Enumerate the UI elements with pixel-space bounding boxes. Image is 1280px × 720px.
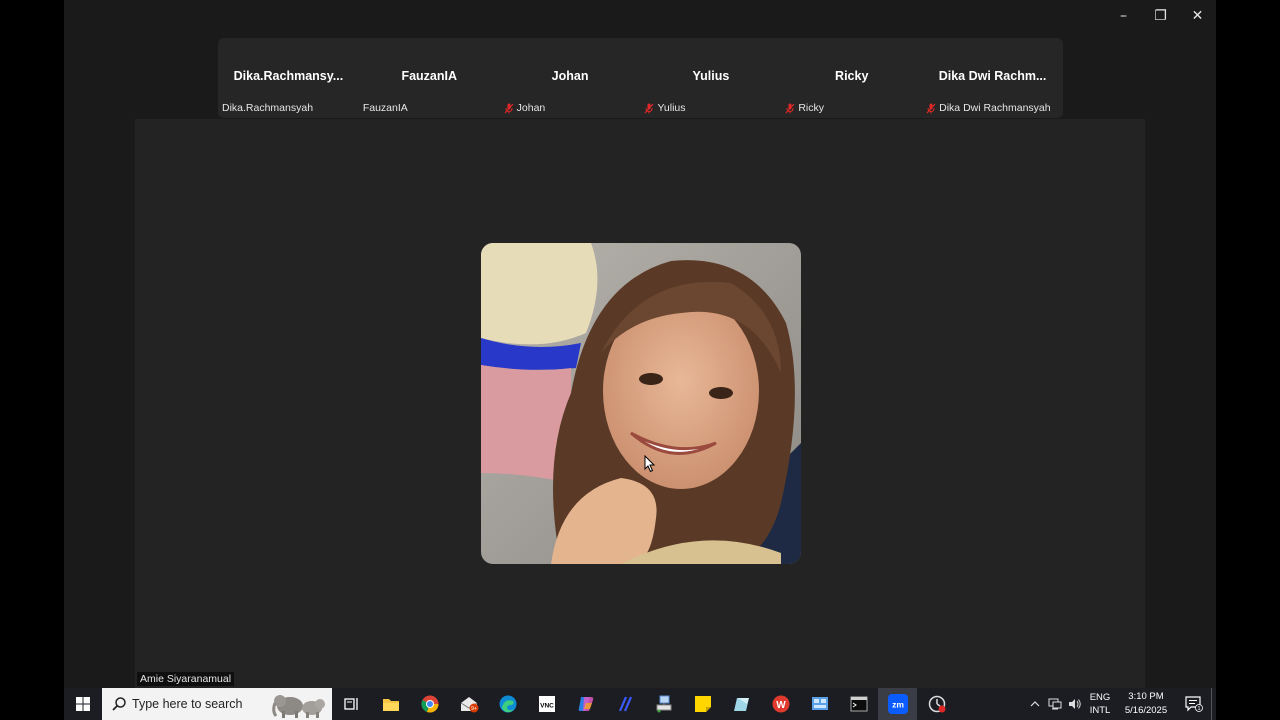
wps-office-button[interactable]: W [761, 688, 800, 720]
participant-label: Johan [504, 102, 546, 114]
elephant-illustration [272, 695, 325, 718]
network-computer-icon [656, 695, 671, 713]
participant-label-text: FauzanIA [362, 102, 408, 114]
language-code: ENG [1089, 692, 1111, 703]
network-app-button[interactable] [644, 688, 683, 720]
chrome-icon [420, 695, 439, 713]
vnc-icon: VNC [538, 696, 555, 712]
participant-thumb[interactable]: Dika Dwi Rachm... Dika Dwi Rachmansyah [922, 38, 1063, 118]
participant-display-name: Ricky [835, 69, 869, 83]
sticky-note-icon [694, 696, 711, 712]
participant-thumb[interactable]: FauzanIA FauzanIA [359, 38, 500, 118]
participant-gallery-strip: Dika.Rachmansy... Dika.Rachmansyah Fauza… [218, 38, 1063, 118]
participant-label-text: Dika.Rachmansyah [222, 102, 314, 114]
clock-time: 3:10 PM [1128, 691, 1164, 702]
search-placeholder: Type here to search [132, 697, 243, 711]
edge-icon [499, 695, 516, 713]
participant-label-text: Johan [516, 102, 546, 114]
muted-mic-icon [785, 103, 795, 113]
taskbar-clock[interactable]: 3:10 PM 5/16/2025 [1115, 690, 1177, 718]
terminal-icon [850, 696, 867, 712]
participant-thumb[interactable]: Johan Johan [500, 38, 641, 118]
sticky-notes-button[interactable] [683, 688, 722, 720]
timer-icon [928, 695, 945, 713]
chrome-button[interactable] [410, 688, 449, 720]
chevron-up-icon [1030, 701, 1040, 707]
windows-logo-icon [76, 697, 90, 711]
notification-icon: 1 [1185, 696, 1203, 712]
visual-studio-button[interactable] [605, 688, 644, 720]
network-tray-button[interactable] [1045, 688, 1065, 720]
taskbar-search-box[interactable]: Type here to search [102, 688, 332, 720]
input-language-indicator[interactable]: ENG INTL [1085, 691, 1115, 717]
copilot-button[interactable] [566, 688, 605, 720]
keyboard-layout: INTL [1089, 705, 1111, 716]
zoom-taskbar-button[interactable]: zm [878, 688, 917, 720]
wps-icon: W [772, 695, 789, 713]
clock-date: 5/16/2025 [1124, 705, 1168, 716]
notepad-icon [733, 698, 749, 711]
participant-label-text: Yulius [657, 102, 686, 114]
close-button[interactable]: ✕ [1179, 0, 1216, 32]
notification-center-button[interactable]: 1 [1177, 696, 1211, 712]
participant-label: Ricky [785, 102, 824, 114]
show-hidden-icons-button[interactable] [1025, 688, 1045, 720]
participant-display-name: Dika Dwi Rachm... [938, 69, 1047, 83]
participant-display-name: Johan [551, 69, 589, 83]
zoom-icon: zm [887, 694, 908, 714]
terminal-button[interactable] [839, 688, 878, 720]
mail-icon: 9+ [460, 697, 478, 713]
speaker-profile-photo [481, 243, 801, 564]
svg-text:W: W [776, 700, 786, 711]
muted-mic-icon [504, 103, 514, 113]
folder-icon [382, 698, 399, 711]
screen: – ❐ ✕ Dika.Rachmansy... Dika.Rachmansyah… [0, 0, 1280, 720]
participant-label: Dika Dwi Rachmansyah [926, 102, 1051, 114]
participant-display-name: Yulius [692, 69, 730, 83]
control-panel-button[interactable] [800, 688, 839, 720]
show-desktop-button[interactable] [1211, 688, 1216, 720]
start-button[interactable] [64, 688, 102, 720]
control-panel-icon [811, 697, 828, 710]
search-icon [112, 697, 126, 711]
file-explorer-button[interactable] [371, 688, 410, 720]
participant-thumb[interactable]: Dika.Rachmansy... Dika.Rachmansyah [218, 38, 359, 118]
slash-app-icon [618, 696, 632, 712]
windows-taskbar: Type here to search 9+ VNC W zm ENG INTL… [64, 688, 1216, 720]
notification-count: 1 [1197, 706, 1200, 712]
mouse-cursor-icon [644, 455, 656, 473]
notepad-button[interactable] [722, 688, 761, 720]
minimize-button[interactable]: – [1105, 0, 1142, 32]
muted-mic-icon [926, 103, 936, 113]
clock-app-button[interactable] [917, 688, 956, 720]
window-controls: – ❐ ✕ [1105, 0, 1216, 32]
participant-label: Dika.Rachmansyah [222, 102, 313, 114]
participant-label: FauzanIA [363, 102, 408, 114]
participant-thumb[interactable]: Ricky Ricky [781, 38, 922, 118]
volume-tray-button[interactable] [1065, 688, 1085, 720]
task-view-button[interactable] [332, 688, 371, 720]
muted-mic-icon [645, 103, 654, 113]
participant-label-text: Dika Dwi Rachmansyah [939, 102, 1051, 114]
participant-thumb[interactable]: Yulius Yulius [640, 38, 781, 118]
mail-button[interactable]: 9+ [449, 688, 488, 720]
edge-button[interactable] [488, 688, 527, 720]
vnc-viewer-button[interactable]: VNC [527, 688, 566, 720]
svg-text:VNC: VNC [540, 703, 554, 710]
copilot-icon [578, 697, 593, 711]
participant-display-name: FauzanIA [401, 69, 458, 83]
restore-button[interactable]: ❐ [1142, 0, 1179, 32]
participant-label-text: Ricky [798, 102, 824, 114]
mail-badge: 9+ [471, 706, 477, 712]
active-speaker-stage[interactable]: Amie Siyaranamual [135, 119, 1145, 688]
zoom-meeting-window: – ❐ ✕ Dika.Rachmansy... Dika.Rachmansyah… [64, 0, 1216, 688]
svg-text:zm: zm [892, 700, 904, 710]
participant-display-name: Dika.Rachmansy... [233, 69, 344, 83]
system-tray: ENG INTL 3:10 PM 5/16/2025 1 [1025, 688, 1216, 720]
network-icon [1048, 698, 1062, 710]
task-view-icon [343, 698, 358, 710]
speaker-icon [1069, 699, 1081, 709]
active-speaker-name: Amie Siyaranamual [137, 672, 235, 686]
participant-label: Yulius [644, 102, 686, 114]
